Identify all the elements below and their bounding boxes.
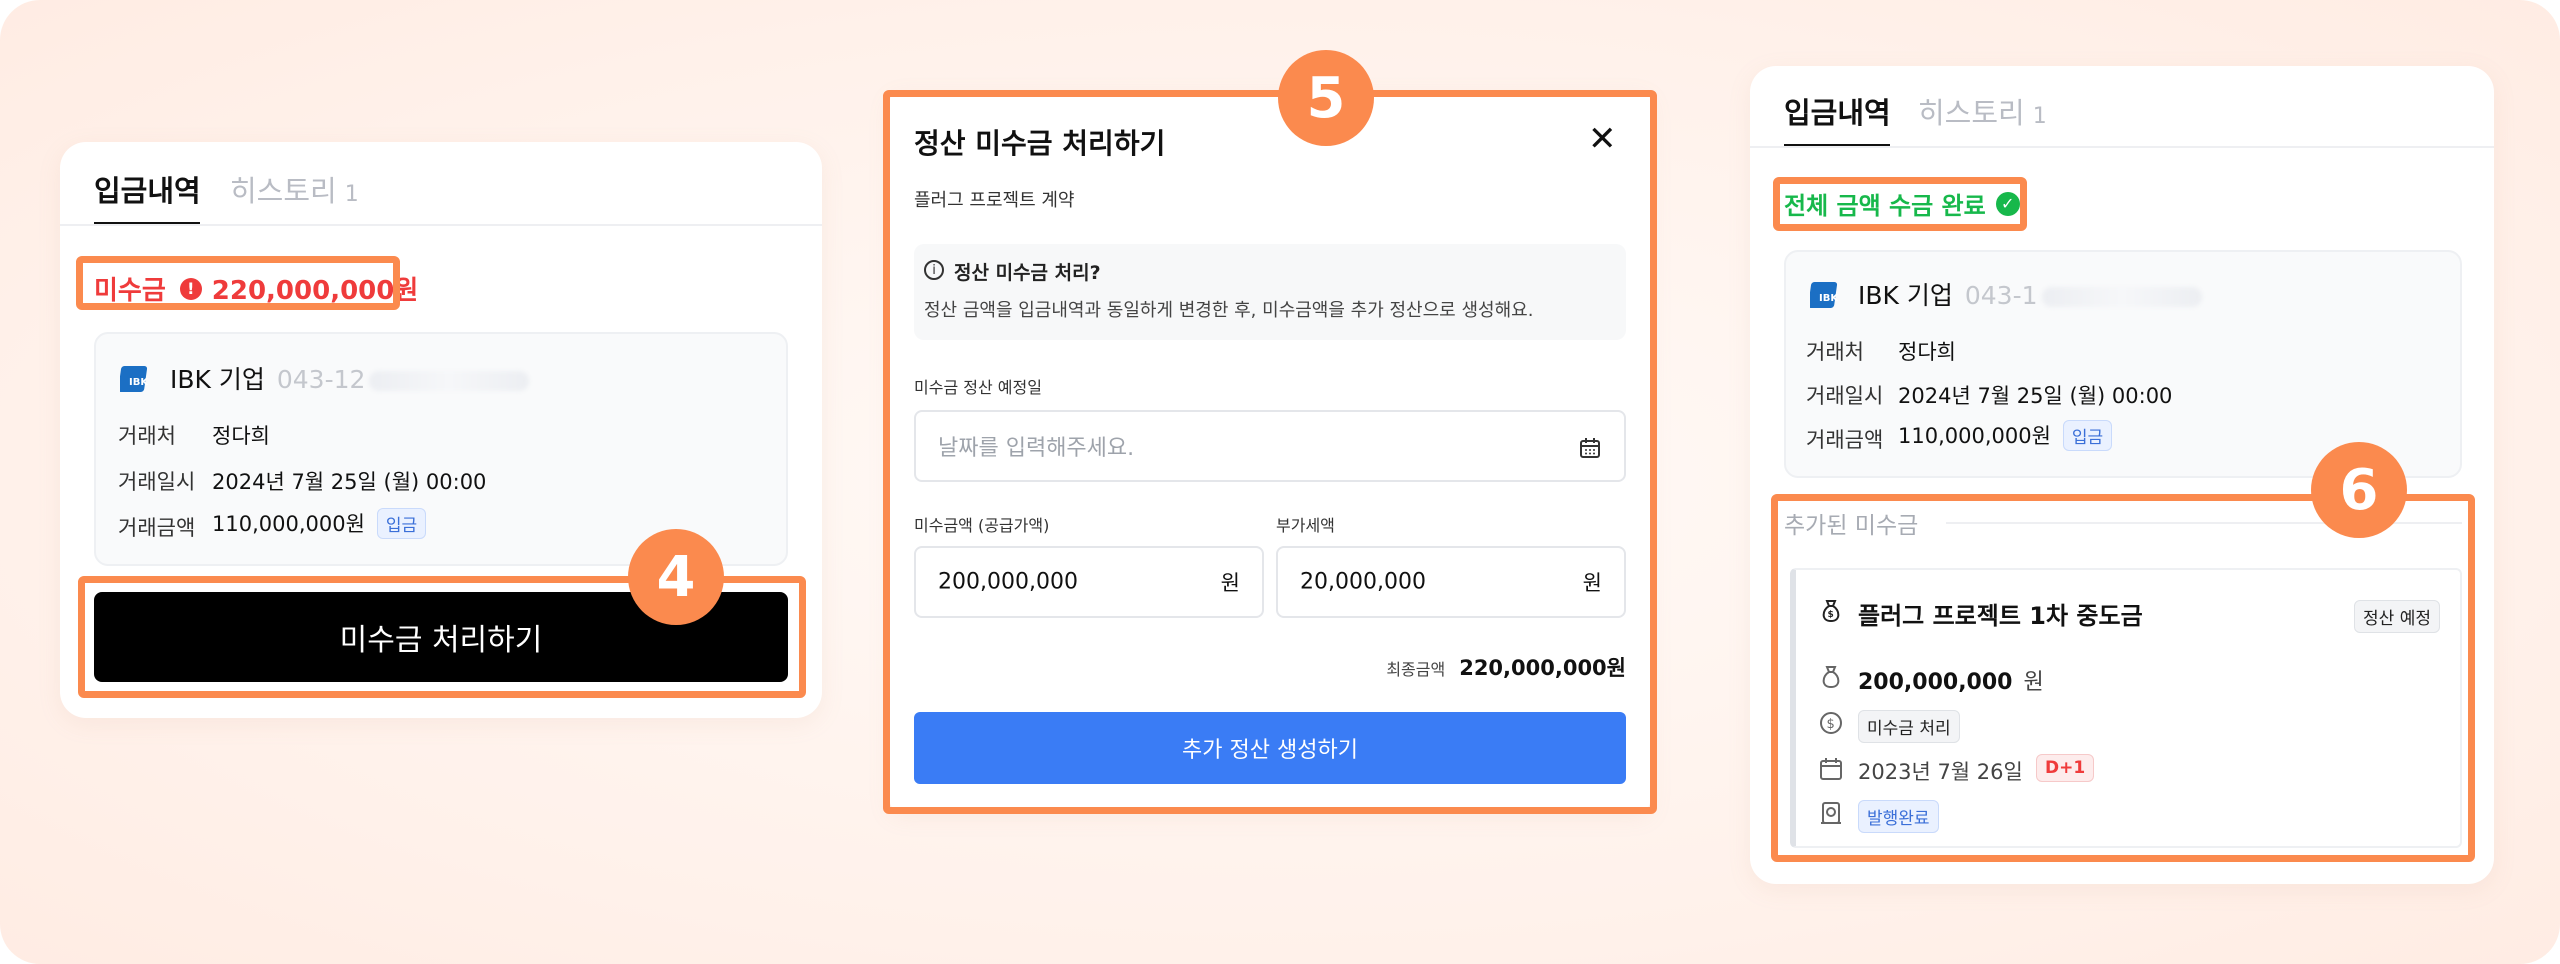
tab-history-right[interactable]: 히스토리 1: [1918, 90, 2047, 132]
canvas-background: 입금내역 히스토리 1 미수금 ! 220,000,000원 IBK IBK 기업…: [0, 0, 2560, 964]
row-label-counterparty: 거래처: [118, 424, 176, 448]
row-value-amount-line: 110,000,000원 입금: [212, 508, 427, 539]
row-value-counterparty-right: 정다희: [1898, 340, 1956, 364]
row-value-datetime-right: 2024년 7월 25일 (월) 00:00: [1898, 384, 2173, 408]
step-badge-4: 4: [628, 529, 724, 625]
deposit-tag: 입금: [376, 508, 427, 539]
svg-text:IBK: IBK: [129, 377, 149, 388]
row-label-counterparty-right: 거래처: [1806, 340, 1864, 364]
row-label-amount: 거래금액: [118, 516, 196, 540]
bank-account-number: 043-12: [276, 365, 366, 394]
svg-text:IBK: IBK: [1819, 293, 1839, 304]
bank-name: IBK 기업: [170, 365, 265, 394]
row-value-amount-right: 110,000,000원: [1898, 424, 2051, 448]
bank-name-line: IBK 기업 043-12: [170, 360, 530, 396]
tab-history-label: 히스토리: [230, 174, 337, 208]
row-value-amount-line-right: 110,000,000원 입금: [1898, 420, 2113, 451]
masked-account-digits: [369, 371, 530, 391]
highlight-added-unpaid: [1771, 494, 2475, 862]
row-value-counterparty: 정다희: [212, 424, 270, 448]
tab-history-count: 1: [344, 182, 359, 207]
masked-account-digits: [2041, 287, 2202, 307]
bank-name-right: IBK 기업: [1858, 281, 1953, 310]
highlight-collection-complete: [1773, 177, 2027, 231]
row-value-amount: 110,000,000원: [212, 512, 365, 536]
ibk-bank-logo-icon: IBK: [120, 366, 149, 392]
step-badge-5: 5: [1278, 50, 1374, 146]
tab-deposit-history-right[interactable]: 입금내역: [1784, 90, 1891, 132]
tab-history-count-right: 1: [2032, 104, 2047, 129]
tab-history[interactable]: 히스토리 1: [230, 168, 359, 210]
tab-deposit-history[interactable]: 입금내역: [94, 168, 201, 210]
row-label-datetime-right: 거래일시: [1806, 384, 1884, 408]
highlight-unpaid-amount: [76, 256, 400, 310]
tab-history-label-right: 히스토리: [1918, 96, 2025, 130]
bank-name-line-right: IBK 기업 043-1: [1858, 276, 2202, 312]
bank-account-number-right: 043-1: [1964, 281, 2038, 310]
highlight-modal: [883, 90, 1657, 814]
ibk-bank-logo-icon: IBK: [1810, 282, 1839, 308]
row-label-datetime: 거래일시: [118, 470, 196, 494]
tab-divider-right: [1750, 146, 2494, 148]
step-badge-6: 6: [2311, 442, 2407, 538]
row-label-amount-right: 거래금액: [1806, 428, 1884, 452]
row-value-datetime: 2024년 7월 25일 (월) 00:00: [212, 470, 487, 494]
deposit-tag-right: 입금: [2062, 420, 2113, 451]
tab-divider: [60, 224, 822, 226]
